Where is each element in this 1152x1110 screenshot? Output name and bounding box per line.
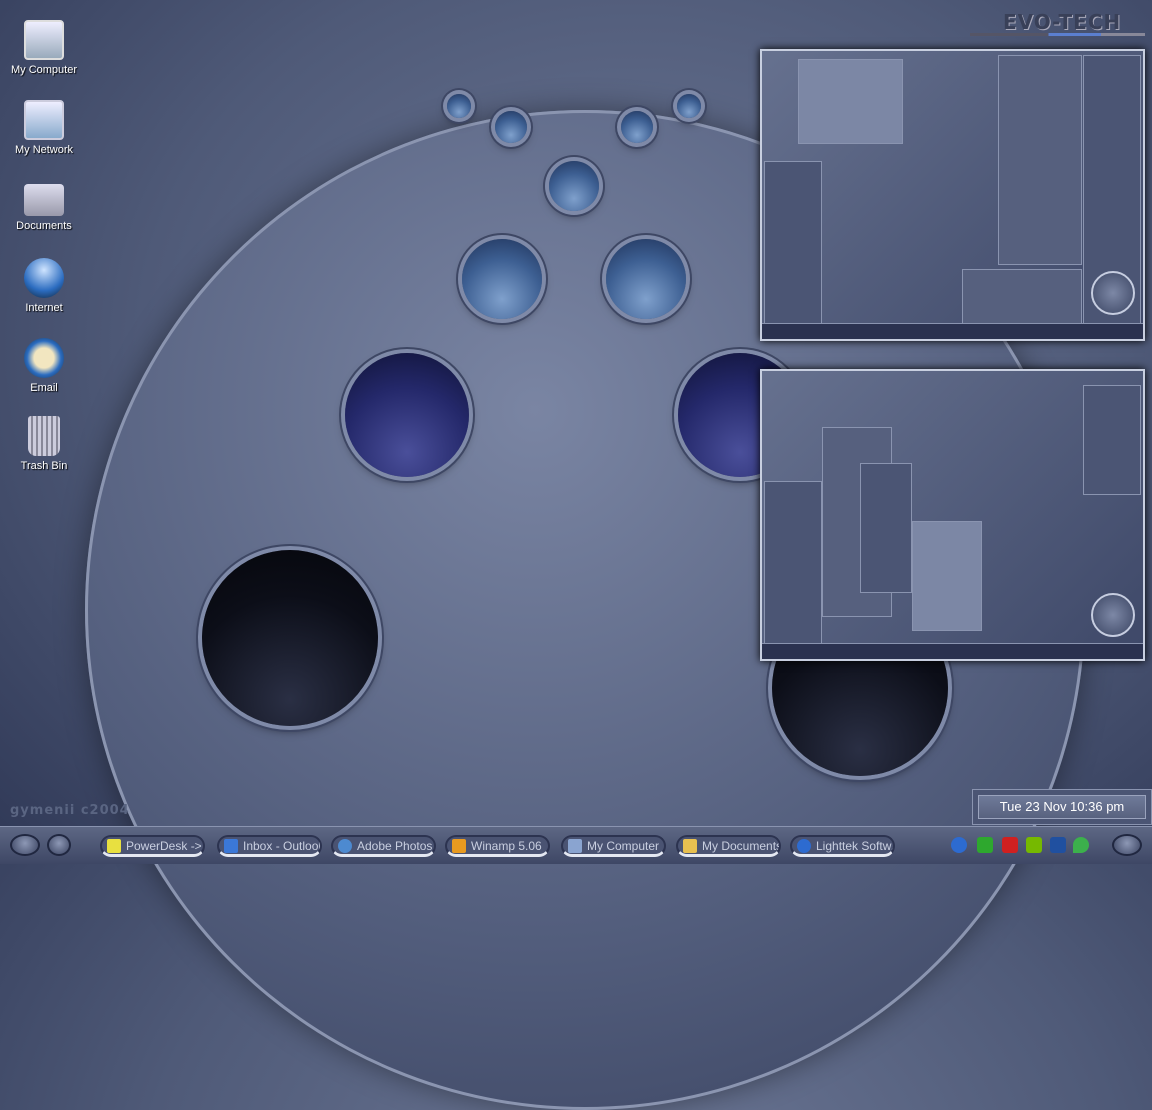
powerdesk-icon	[107, 839, 121, 853]
wallpaper-orb	[202, 550, 378, 726]
outlook-icon	[224, 839, 238, 853]
wallpaper-orb	[447, 94, 471, 118]
cursor-tray-icon[interactable]	[1050, 837, 1066, 853]
task-powerdesk[interactable]: PowerDesk -> ...	[100, 835, 205, 857]
desktop-icon-documents[interactable]: Documents	[4, 178, 84, 232]
signature: gymenii c2004	[10, 803, 130, 818]
logo-bar	[970, 33, 1145, 36]
task-photoshop[interactable]: Adobe Photos...	[331, 835, 436, 857]
wallpaper-orb	[621, 111, 653, 143]
screenshot-preview-2	[760, 369, 1145, 661]
menu-up-button[interactable]	[1112, 834, 1142, 856]
email-icon	[24, 338, 64, 378]
task-winamp[interactable]: Winamp 5.06	[445, 835, 550, 857]
clock-text[interactable]: Tue 23 Nov 10:36 pm	[978, 795, 1146, 819]
desktop-icon-internet[interactable]: Internet	[4, 258, 84, 314]
network-icon	[24, 100, 64, 140]
globe-icon	[24, 258, 64, 298]
task-my-computer[interactable]: My Computer	[561, 835, 666, 857]
start-up-button[interactable]	[10, 834, 40, 856]
wallpaper-orb	[606, 239, 686, 319]
nvidia-tray-icon[interactable]	[1026, 837, 1042, 853]
wallpaper-orb	[345, 353, 469, 477]
maxthon-tray-icon[interactable]	[951, 837, 967, 853]
wallpaper-orb	[677, 94, 701, 118]
wallpaper-orb	[495, 111, 527, 143]
documents-icon	[24, 184, 64, 216]
leaf-tray-icon[interactable]	[1073, 837, 1089, 853]
computer-icon	[568, 839, 582, 853]
scroll-down-button[interactable]	[47, 834, 71, 856]
desktop-icon-my-network[interactable]: My Network	[4, 100, 84, 156]
add-tray-icon[interactable]	[977, 837, 993, 853]
task-my-documents[interactable]: My Documents	[676, 835, 781, 857]
trash-icon	[28, 416, 60, 456]
photoshop-icon	[338, 839, 352, 853]
folder-icon	[683, 839, 697, 853]
computer-icon	[24, 20, 64, 60]
clock-widget: Tue 23 Nov 10:36 pm	[972, 789, 1152, 825]
screenshot-preview-1	[760, 49, 1145, 341]
maxthon-icon	[797, 839, 811, 853]
kaspersky-tray-icon[interactable]	[1002, 837, 1018, 853]
task-outlook[interactable]: Inbox - Outlook...	[217, 835, 322, 857]
winamp-icon	[452, 839, 466, 853]
wallpaper-orb	[462, 239, 542, 319]
desktop-icon-trash-bin[interactable]: Trash Bin	[4, 416, 84, 472]
wallpaper-orb	[549, 161, 599, 211]
taskbar: PowerDesk -> ... Inbox - Outlook... Adob…	[0, 826, 1152, 864]
desktop-icon-email[interactable]: Email	[4, 338, 84, 394]
evo-tech-logo: EVO-TECH	[1003, 10, 1122, 34]
task-lighttek[interactable]: Lighttek Softw...	[790, 835, 895, 857]
desktop-icon-my-computer[interactable]: My Computer	[4, 20, 84, 76]
